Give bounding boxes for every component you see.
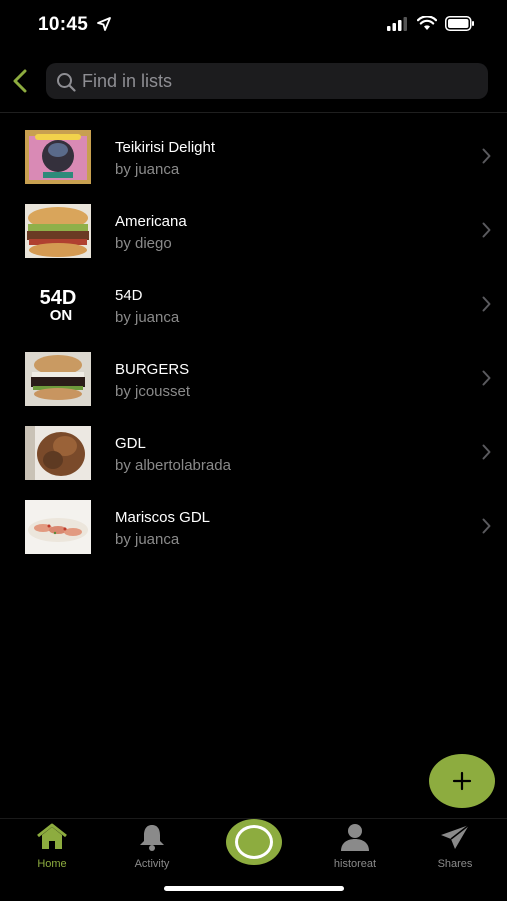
tab-historeat[interactable]: historeat <box>315 823 395 875</box>
paper-plane-icon <box>441 824 470 849</box>
header-divider <box>0 112 507 113</box>
list-author: by juanca <box>115 531 180 548</box>
list-title: 54D <box>115 287 143 304</box>
logo-54d: 54D <box>40 287 77 309</box>
chevron-right-icon <box>482 148 491 164</box>
list-item[interactable]: Mariscos GDL by juanca <box>0 490 507 564</box>
list-title: Americana <box>115 213 187 230</box>
center-action-button[interactable] <box>226 819 282 865</box>
bell-icon <box>140 825 164 851</box>
ring-icon <box>235 825 273 859</box>
thumb-54d: 54D ON <box>25 278 91 332</box>
lists-list: Teikirisi Delight by juanca Americana by… <box>0 120 507 564</box>
tab-label: Home <box>37 858 67 870</box>
chevron-right-icon <box>482 444 491 460</box>
search-icon <box>57 73 76 92</box>
home-icon <box>37 823 67 849</box>
home-indicator <box>164 886 344 891</box>
thumb-teikirisi <box>25 130 91 184</box>
list-thumbnail <box>25 352 91 406</box>
back-button[interactable] <box>8 66 32 96</box>
battery-icon <box>445 16 474 31</box>
list-item[interactable]: BURGERS by jcousset <box>0 342 507 416</box>
chevron-left-icon <box>13 69 27 93</box>
list-item[interactable]: Americana by diego <box>0 194 507 268</box>
list-thumbnail <box>25 426 91 480</box>
chevron-right-icon <box>482 296 491 312</box>
chevron-right-icon <box>482 370 491 386</box>
tab-label: historeat <box>333 858 377 870</box>
person-icon <box>341 824 369 851</box>
thumb-mariscos <box>25 500 91 554</box>
list-title: Mariscos GDL <box>115 509 211 526</box>
list-thumbnail <box>25 130 91 184</box>
chevron-right-icon <box>482 222 491 238</box>
list-thumbnail <box>25 500 91 554</box>
signal-icon <box>387 16 407 31</box>
search-input[interactable] <box>82 63 472 99</box>
chevron-right-icon <box>482 518 491 534</box>
wifi-icon <box>417 16 437 30</box>
tab-home[interactable]: Home <box>12 823 92 875</box>
tab-label: Shares <box>437 858 473 870</box>
list-thumbnail: 54D ON <box>25 278 91 332</box>
list-title: BURGERS <box>115 361 190 378</box>
tab-shares[interactable]: Shares <box>415 823 495 875</box>
list-author: by jcousset <box>115 383 191 400</box>
list-title: GDL <box>115 435 146 452</box>
search-bar <box>46 63 488 99</box>
thumb-gdl <box>25 426 91 480</box>
tab-activity[interactable]: Activity <box>112 823 192 875</box>
list-item[interactable]: Teikirisi Delight by juanca <box>0 120 507 194</box>
thumb-burgers <box>25 352 91 406</box>
location-arrow-icon <box>97 17 111 31</box>
plus-icon <box>452 771 472 791</box>
status-bar: 10:45 <box>0 0 507 50</box>
add-list-button[interactable] <box>429 754 495 808</box>
status-indicators <box>387 16 475 31</box>
status-time: 10:45 <box>38 14 89 35</box>
thumb-americana <box>25 204 91 258</box>
list-item[interactable]: GDL by albertolabrada <box>0 416 507 490</box>
list-author: by diego <box>115 235 172 252</box>
list-title: Teikirisi Delight <box>115 139 216 156</box>
tab-label: Activity <box>134 858 170 870</box>
list-item[interactable]: 54D ON 54D by juanca <box>0 268 507 342</box>
list-author: by juanca <box>115 161 180 178</box>
list-author: by juanca <box>115 309 180 326</box>
list-author: by albertolabrada <box>115 457 231 474</box>
logo-on: ON <box>50 307 73 324</box>
list-thumbnail <box>25 204 91 258</box>
header <box>0 60 507 104</box>
